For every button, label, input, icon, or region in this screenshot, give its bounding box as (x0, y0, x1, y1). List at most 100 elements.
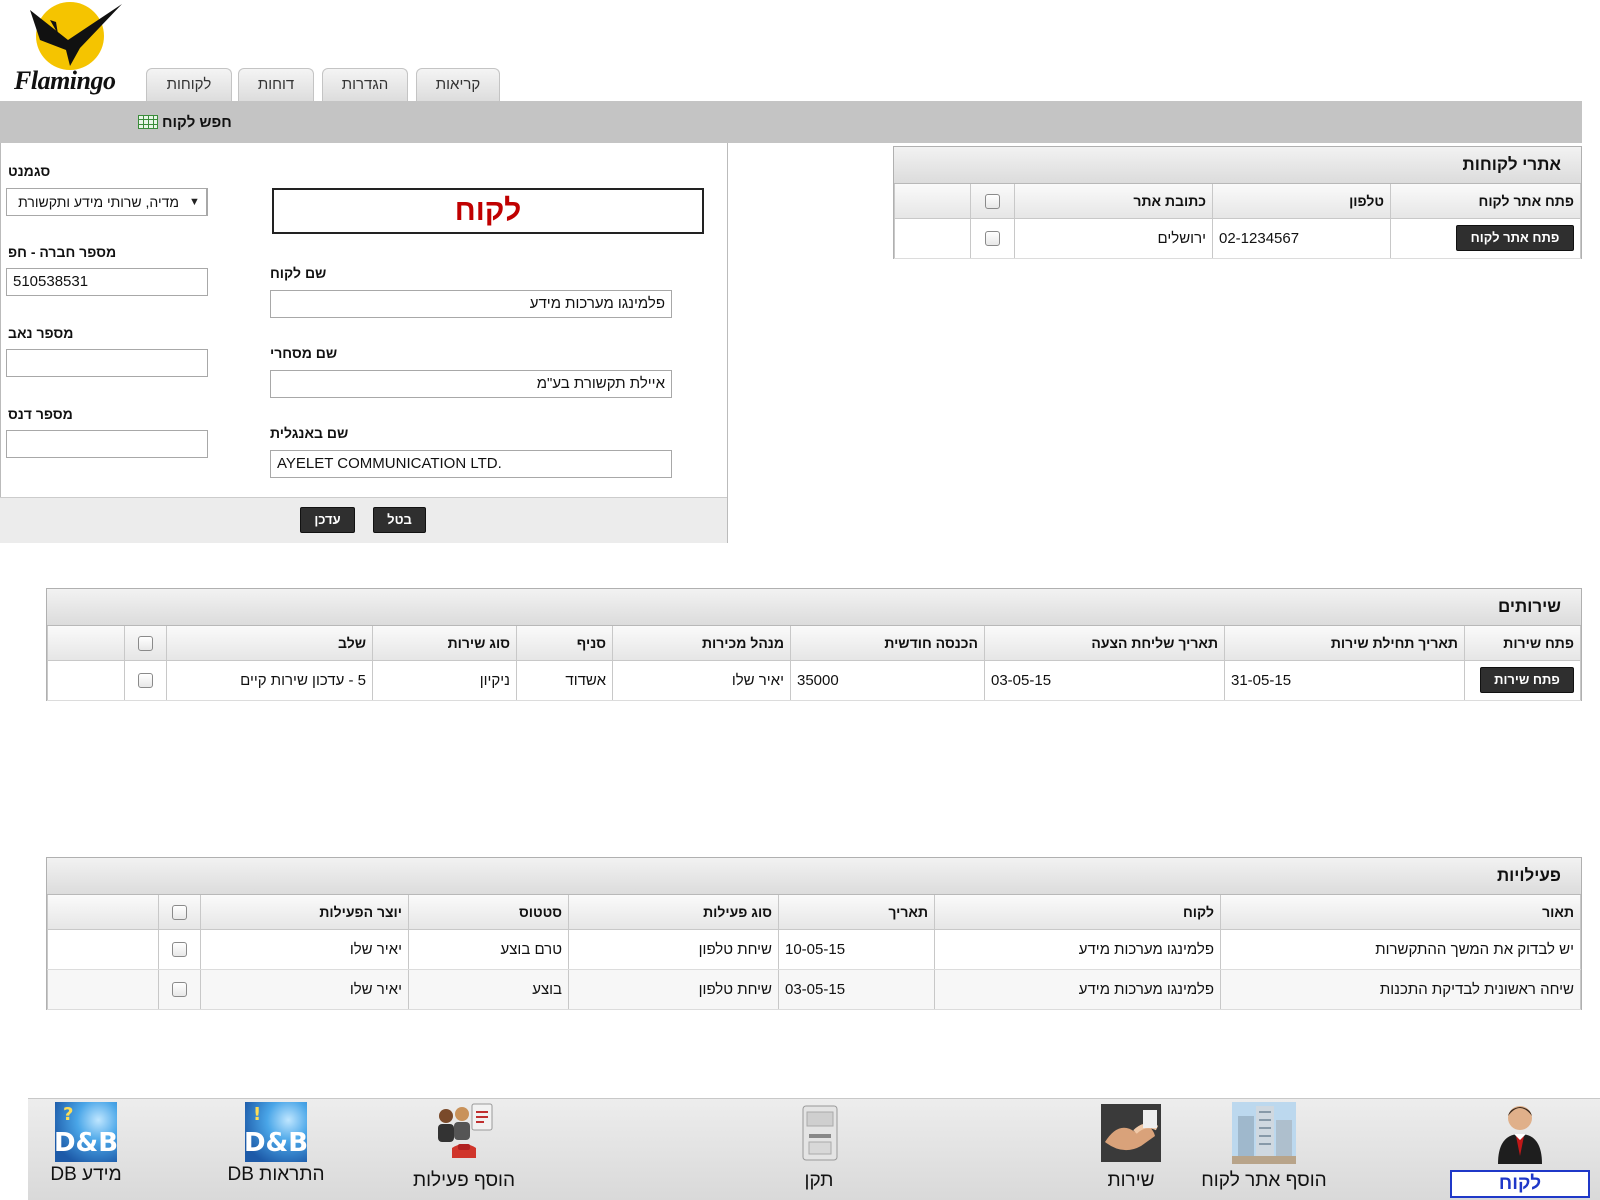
duns-number-label: מספר דנס (8, 406, 73, 422)
table-header-row: פתח אתר לקוח טלפון כתובת אתר (894, 184, 1581, 219)
empty-cell (894, 218, 971, 259)
col-stage: שלב (166, 626, 373, 661)
company-number-field[interactable]: 510538531 (6, 268, 208, 296)
status-cell: טרם בוצע (408, 929, 569, 970)
open-service-cell: פתח שירות (1464, 660, 1581, 701)
grid-icon (138, 115, 158, 129)
row-checkbox[interactable] (124, 660, 167, 701)
col-phone: טלפון (1212, 184, 1391, 219)
duns-number-field[interactable] (6, 430, 208, 458)
update-button[interactable]: עדכן (300, 507, 355, 533)
col-activity-type: סוג פעילות (568, 895, 779, 930)
segment-value: מדיה, שרותי מידע ותקשורת (18, 194, 179, 210)
company-number-label: מספר חברה - חפ (8, 244, 117, 260)
english-name-field[interactable]: AYELET COMMUNICATION LTD. (270, 450, 672, 478)
form-footer (0, 497, 727, 543)
address-cell: ירושלים (1014, 218, 1213, 259)
nav-number-label: מספר נאב (8, 325, 74, 341)
customer-name-field[interactable]: פלמינגו מערכות מידע (270, 290, 672, 318)
select-all-checkbox[interactable] (970, 184, 1015, 219)
activities-title: פעילויות (47, 858, 1581, 895)
table-row: פתח שירות 31-05-15 03-05-15 35000 יאיר ש… (47, 660, 1581, 701)
fix-icon (802, 1105, 838, 1161)
services-panel: שירותים פתח שירות תאריך תחילת שירות תארי… (46, 588, 1582, 701)
row-checkbox[interactable] (158, 929, 201, 970)
toolbar-dnb-alerts[interactable]: ! D&B התראות DB (216, 1102, 336, 1198)
activity-type-cell: שיחת טלפון (568, 929, 779, 970)
col-customer: לקוח (934, 895, 1221, 930)
col-branch: סניף (516, 626, 613, 661)
col-service-type: סוג שירות (372, 626, 517, 661)
toolbar-service[interactable]: שירות (1096, 1102, 1166, 1198)
dnb-alerts-icon: ! D&B (244, 1102, 308, 1162)
date-cell: 03-05-15 (778, 969, 935, 1010)
phone-cell: 02-1234567 (1212, 218, 1391, 259)
table-row[interactable]: שיחה ראשונית לבדיקת התכנות פלמינגו מערכו… (47, 969, 1581, 1010)
col-activity-creator: יוצר הפעילות (200, 895, 409, 930)
date-cell: 10-05-15 (778, 929, 935, 970)
customer-cell: פלמינגו מערכות מידע (934, 969, 1221, 1010)
row-checkbox[interactable] (158, 969, 201, 1010)
col-monthly-income: הכנסה חודשית (790, 626, 985, 661)
add-site-icon (1232, 1102, 1296, 1164)
add-activity-icon (438, 1103, 493, 1158)
tab-calls[interactable]: קריאות (416, 68, 500, 102)
col-site-address: כתובת אתר (1014, 184, 1213, 219)
col-status: סטטוס (408, 895, 569, 930)
activities-table: תאור לקוח תאריך סוג פעילות סטטוס יוצר הפ… (47, 895, 1581, 1010)
customer-sites-table: פתח אתר לקוח טלפון כתובת אתר פתח אתר לקו… (894, 184, 1581, 259)
toolbar-label: הוסף פעילות (412, 1170, 516, 1191)
creator-cell: יאיר שלו (200, 969, 409, 1010)
logo-text: Flamingo (14, 66, 116, 95)
description-cell: שיחה ראשונית לבדיקת התכנות (1220, 969, 1581, 1010)
col-date: תאריך (778, 895, 935, 930)
toolbar-customer[interactable]: לקוח (1450, 1102, 1590, 1198)
creator-cell: יאיר שלו (200, 929, 409, 970)
offer-date-cell: 03-05-15 (984, 660, 1225, 701)
nav-number-field[interactable] (6, 349, 208, 377)
open-service-button[interactable]: פתח שירות (1480, 667, 1574, 693)
segment-select[interactable]: מדיה, שרותי מידע ותקשורת ▼ (6, 188, 208, 216)
tab-settings[interactable]: הגדרות (322, 68, 408, 102)
status-cell: בוצע (408, 969, 569, 1010)
toolbar-dnb-info[interactable]: ? D&B מידע DB (36, 1102, 136, 1198)
dnb-info-icon: ? D&B (53, 1102, 119, 1162)
services-title: שירותים (47, 589, 1581, 626)
start-date-cell: 31-05-15 (1224, 660, 1465, 701)
flamingo-bird-icon (30, 2, 122, 70)
cancel-button[interactable]: בטל (373, 507, 426, 533)
col-offer-date: תאריך שליחת הצעה (984, 626, 1225, 661)
dnb-logo-text: D&B (53, 1128, 119, 1158)
chevron-down-icon[interactable]: ▼ (183, 189, 207, 215)
flamingo-logo: Flamingo (10, 0, 130, 100)
empty-cell (47, 969, 159, 1010)
col-empty (47, 626, 125, 661)
table-row[interactable]: יש לבדוק את המשך ההתקשרות פלמינגו מערכות… (47, 929, 1581, 970)
toolbar-label: תקן (804, 1170, 834, 1191)
search-customer-link[interactable]: חפש לקוח (138, 111, 232, 133)
tab-customers[interactable]: לקוחות (146, 68, 232, 102)
toolbar-label: שירות (1107, 1170, 1155, 1191)
row-checkbox[interactable] (970, 218, 1015, 259)
empty-cell (47, 929, 159, 970)
toolbar-fix[interactable]: תקן (784, 1102, 854, 1198)
customer-cell: פלמינגו מערכות מידע (934, 929, 1221, 970)
open-site-button[interactable]: פתח אתר לקוח (1456, 225, 1574, 251)
toolbar-label: התראות DB (227, 1164, 325, 1185)
stage-cell: 5 - עדכון שירות קיים (166, 660, 373, 701)
toolbar-add-activity[interactable]: הוסף פעילות (404, 1102, 524, 1198)
english-name-label: שם באנגלית (270, 425, 349, 441)
col-empty (47, 895, 159, 930)
col-description: תאור (1220, 895, 1581, 930)
tab-reports[interactable]: דוחות (238, 68, 314, 102)
empty-cell (47, 660, 125, 701)
form-title: לקוח (272, 188, 704, 234)
activity-type-cell: שיחת טלפון (568, 969, 779, 1010)
open-site-cell: פתח אתר לקוח (1390, 218, 1581, 259)
trade-name-field[interactable]: איילת תקשורת בע"מ (270, 370, 672, 398)
select-all-checkbox[interactable] (124, 626, 167, 661)
select-all-checkbox[interactable] (158, 895, 201, 930)
customer-icon (1498, 1106, 1542, 1164)
toolbar-add-customer-site[interactable]: הוסף אתר לקוח (1194, 1102, 1334, 1198)
customer-sites-panel: אתרי לקוחות פתח אתר לקוח טלפון כתובת אתר… (893, 146, 1582, 259)
